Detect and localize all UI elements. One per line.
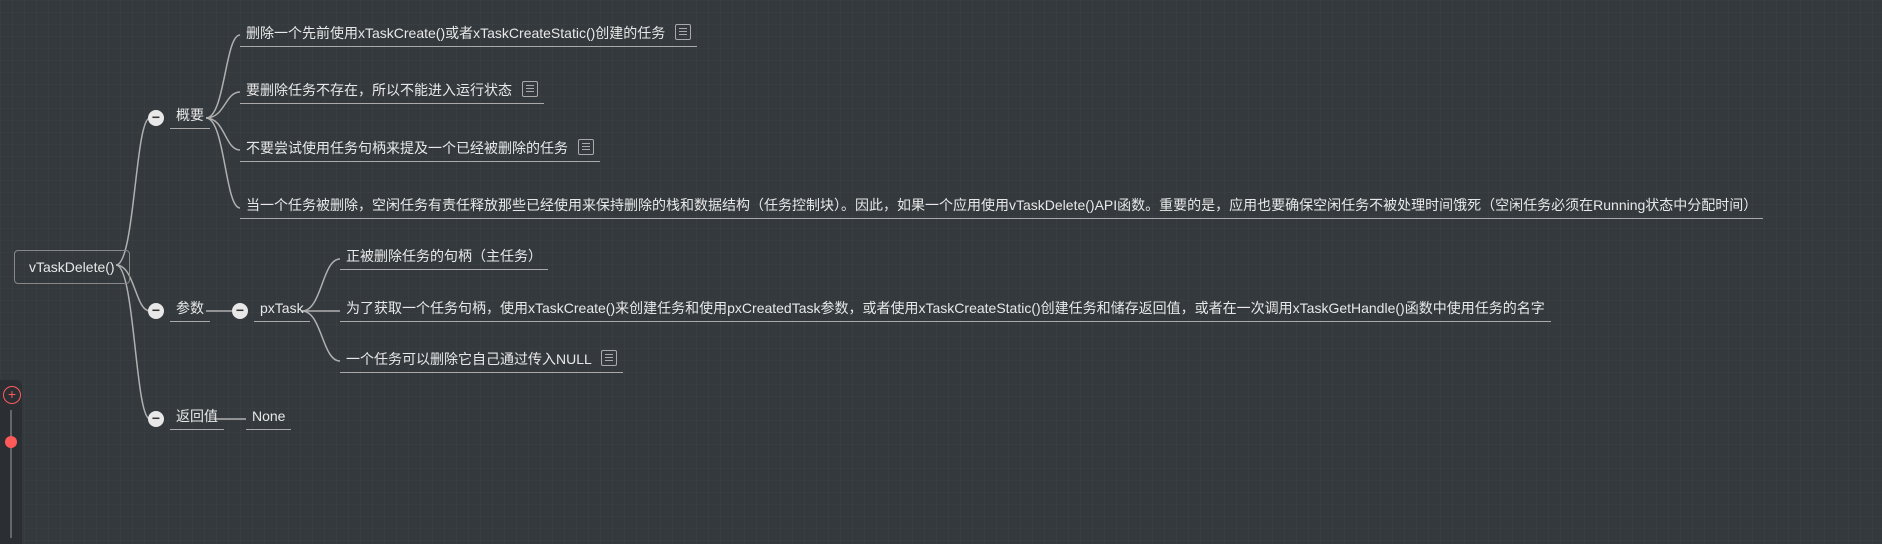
- zoom-in-button[interactable]: +: [3, 386, 21, 404]
- note-icon[interactable]: [578, 139, 594, 155]
- leaf-text: 一个任务可以删除它自己通过传入NULL: [346, 351, 591, 367]
- mindmap-canvas[interactable]: vTaskDelete() − 概要 删除一个先前使用xTaskCreate()…: [0, 0, 1882, 544]
- branch-label: 参数: [176, 300, 204, 316]
- collapse-toggle[interactable]: −: [148, 110, 164, 126]
- leaf-text: 不要尝试使用任务句柄来提及一个已经被删除的任务: [246, 140, 568, 156]
- leaf-text: 删除一个先前使用xTaskCreate()或者xTaskCreateStatic…: [246, 25, 665, 41]
- root-label: vTaskDelete(): [29, 259, 115, 275]
- zoom-thumb[interactable]: [5, 436, 17, 448]
- branch-return[interactable]: 返回值: [170, 406, 224, 430]
- zoom-slider[interactable]: +: [0, 380, 22, 544]
- branch-label: 概要: [176, 107, 204, 123]
- leaf-return-none[interactable]: None: [246, 406, 291, 430]
- leaf-summary-3[interactable]: 不要尝试使用任务句柄来提及一个已经被删除的任务: [240, 137, 600, 162]
- leaf-summary-2[interactable]: 要删除任务不存在，所以不能进入运行状态: [240, 79, 544, 104]
- note-icon[interactable]: [675, 24, 691, 40]
- note-icon[interactable]: [601, 350, 617, 366]
- leaf-text: 正被删除任务的句柄（主任务）: [346, 248, 542, 264]
- leaf-summary-4[interactable]: 当一个任务被删除，空闲任务有责任释放那些已经使用来保持删除的栈和数据结构（任务控…: [240, 195, 1763, 219]
- leaf-pxtask-3[interactable]: 一个任务可以删除它自己通过传入NULL: [340, 348, 623, 373]
- leaf-pxtask-1[interactable]: 正被删除任务的句柄（主任务）: [340, 246, 548, 270]
- root-node[interactable]: vTaskDelete(): [14, 250, 130, 284]
- branch-params[interactable]: 参数: [170, 298, 210, 322]
- branch-label: pxTask: [260, 300, 304, 316]
- branch-summary[interactable]: 概要: [170, 105, 210, 129]
- branch-pxtask[interactable]: pxTask: [254, 298, 310, 322]
- branch-label: 返回值: [176, 408, 218, 424]
- collapse-toggle[interactable]: −: [148, 303, 164, 319]
- leaf-text: 要删除任务不存在，所以不能进入运行状态: [246, 82, 512, 98]
- leaf-text: 为了获取一个任务句柄，使用xTaskCreate()来创建任务和使用pxCrea…: [346, 300, 1545, 316]
- zoom-track[interactable]: [10, 410, 12, 538]
- collapse-toggle[interactable]: −: [232, 303, 248, 319]
- leaf-text: 当一个任务被删除，空闲任务有责任释放那些已经使用来保持删除的栈和数据结构（任务控…: [246, 197, 1757, 213]
- leaf-text: None: [252, 408, 285, 424]
- note-icon[interactable]: [522, 81, 538, 97]
- leaf-pxtask-2[interactable]: 为了获取一个任务句柄，使用xTaskCreate()来创建任务和使用pxCrea…: [340, 298, 1551, 322]
- leaf-summary-1[interactable]: 删除一个先前使用xTaskCreate()或者xTaskCreateStatic…: [240, 22, 697, 47]
- collapse-toggle[interactable]: −: [148, 411, 164, 427]
